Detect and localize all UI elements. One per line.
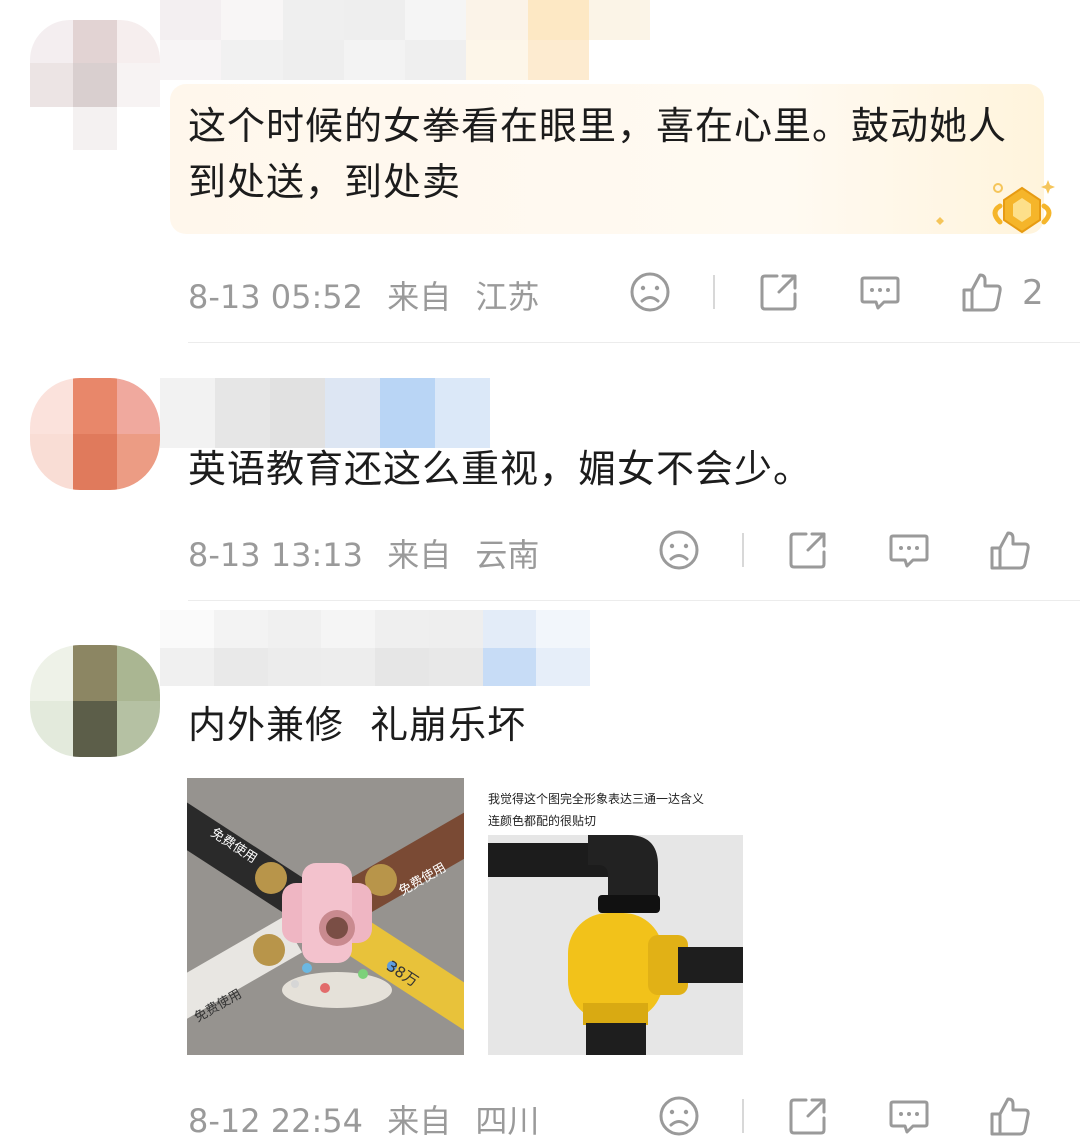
comment-image-meme[interactable]: 我觉得这个图完全形象表达三通一达含义 连颜色都配的很贴切 xyxy=(488,778,743,1055)
comment-text: 内外兼修 礼崩乐坏 xyxy=(188,703,527,747)
divider-line xyxy=(713,275,715,309)
username-blurred[interactable] xyxy=(160,0,650,80)
thumbs-up-icon[interactable] xyxy=(988,1094,1032,1138)
comment-from-label: 来自 xyxy=(387,1102,452,1140)
comment-icon[interactable] xyxy=(858,270,902,314)
username-blurred[interactable] xyxy=(160,610,590,686)
thumbs-up-icon[interactable] xyxy=(960,270,1004,314)
avatar-blurred[interactable] xyxy=(30,645,160,757)
gold-badge-icon xyxy=(986,176,1058,236)
divider-line xyxy=(742,533,744,567)
avatar-blurred[interactable] xyxy=(30,378,160,490)
comment-from-label: 来自 xyxy=(387,278,452,316)
comment-icon[interactable] xyxy=(887,1094,931,1138)
comment-location: 云南 xyxy=(475,536,540,574)
comment-text: 英语教育还这么重视，媚女不会少。 xyxy=(188,447,813,491)
divider-line xyxy=(742,1099,744,1133)
sparkle-icon xyxy=(936,210,944,225)
comment-image-pipes[interactable]: 免费使用 免费使用 免费使用 38万 xyxy=(187,778,464,1055)
comment-text: 这个时候的女拳看在眼里，喜在心里。鼓动她人到处送，到处卖 xyxy=(188,104,1008,204)
comment-meta: 8-13 13:13 来自 云南 xyxy=(188,530,553,576)
username-blurred[interactable] xyxy=(160,378,490,448)
meme-caption-line1: 我觉得这个图完全形象表达三通一达含义 xyxy=(488,792,705,806)
comment-meta: 8-12 22:54 来自 四川 xyxy=(188,1096,553,1142)
share-icon[interactable] xyxy=(786,1094,830,1138)
share-icon[interactable] xyxy=(786,528,830,572)
meme-caption-line2: 连颜色都配的很贴切 xyxy=(488,814,597,828)
like-count: 2 xyxy=(1022,273,1044,313)
thumbs-up-icon[interactable] xyxy=(988,528,1032,572)
share-icon[interactable] xyxy=(757,270,801,314)
sad-face-icon[interactable] xyxy=(657,1094,701,1138)
comment-date: 8-13 13:13 xyxy=(188,536,364,574)
comment-divider xyxy=(188,342,1080,343)
comment-icon[interactable] xyxy=(887,528,931,572)
comment-location: 四川 xyxy=(475,1102,540,1140)
sad-face-icon[interactable] xyxy=(628,270,672,314)
comment-divider xyxy=(188,600,1080,601)
sad-face-icon[interactable] xyxy=(657,528,701,572)
comment-date: 8-12 22:54 xyxy=(188,1102,364,1140)
comment-from-label: 来自 xyxy=(387,536,452,574)
comment-date: 8-13 05:52 xyxy=(188,278,364,316)
comment-meta: 8-13 05:52 来自 江苏 xyxy=(188,272,553,318)
comment-location: 江苏 xyxy=(475,278,540,316)
avatar-blurred[interactable] xyxy=(30,20,160,150)
